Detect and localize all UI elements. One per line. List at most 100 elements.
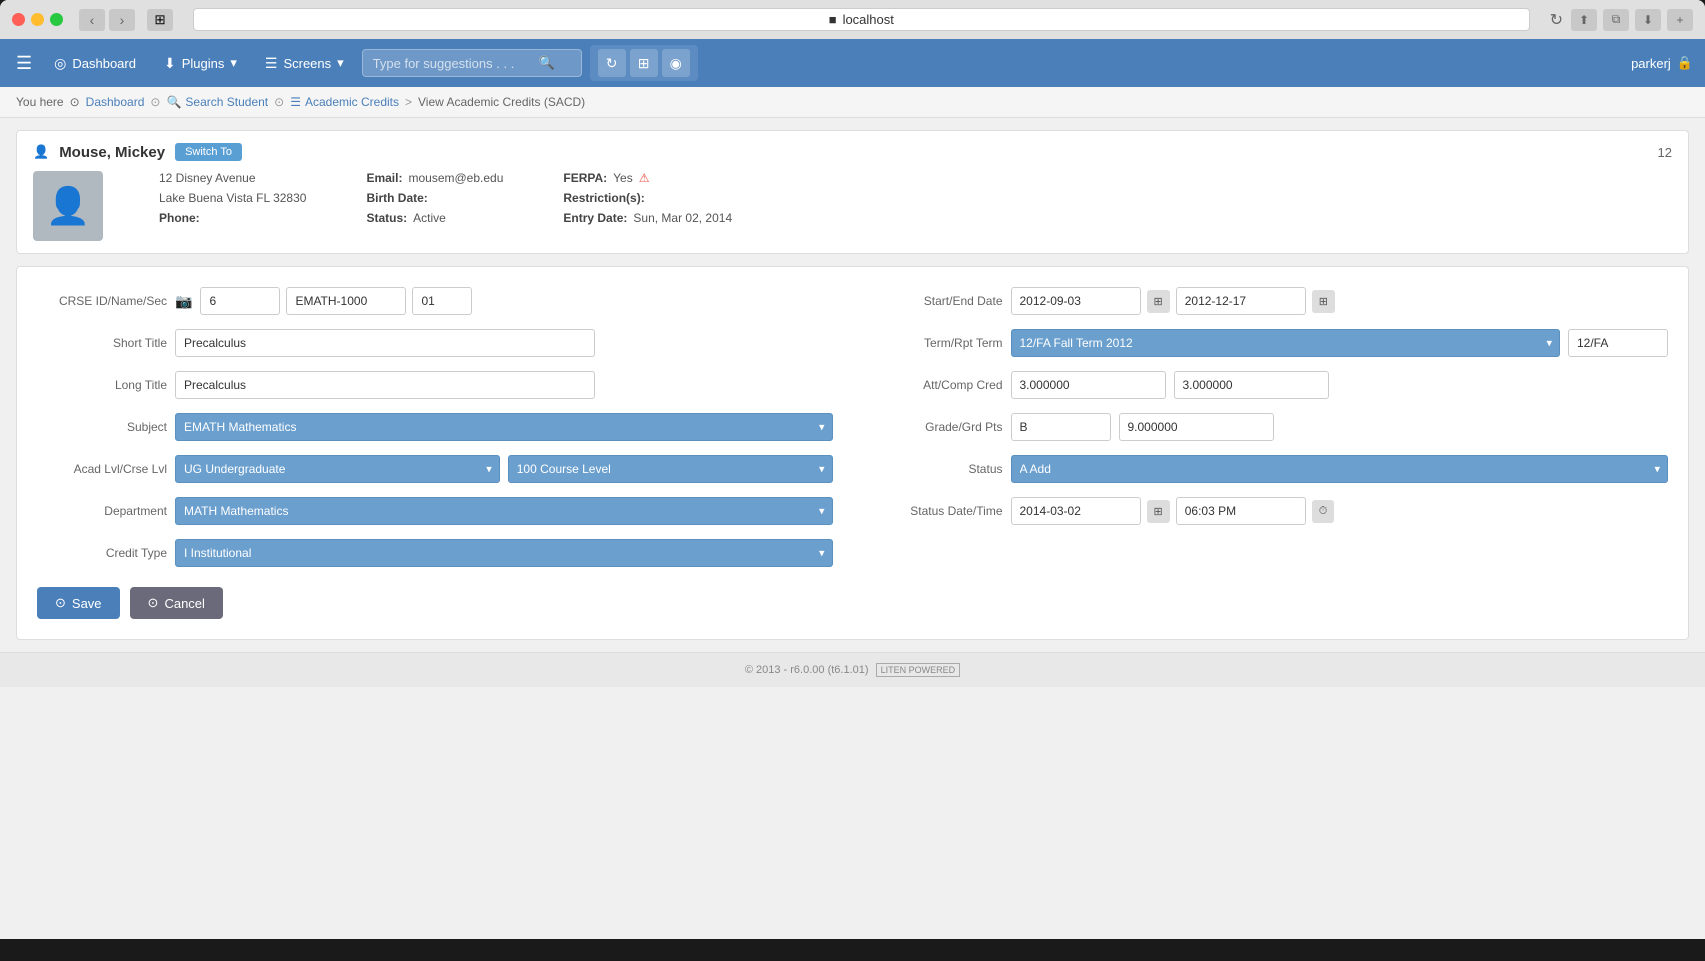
back-button[interactable]: ‹ [79,9,105,31]
credit-type-row: Credit Type I Institutional [37,539,833,567]
student-person-icon: 👤 [33,144,49,160]
term-select[interactable]: 12/FA Fall Term 2012 [1011,329,1561,357]
student-ferpa-col: FERPA: Yes ⚠ Restriction(s): Entry Date:… [563,171,732,225]
status-date-calendar-button[interactable]: ⊞ [1147,500,1170,523]
restrictions-label: Restriction(s): [563,191,644,205]
credit-type-label: Credit Type [37,546,167,560]
status-select[interactable]: A Add [1011,455,1669,483]
form-grid: CRSE ID/Name/Sec 📷 Short Title Long Titl… [37,287,1668,567]
close-button[interactable] [12,13,25,26]
status-time-input[interactable] [1176,497,1306,525]
crse-id-input[interactable] [200,287,280,315]
breadcrumb-academic-credits-link[interactable]: ☰ Academic Credits [290,95,399,109]
breadcrumb: You here ⊙ Dashboard ⊙ 🔍 Search Student … [0,87,1705,118]
form-left-column: CRSE ID/Name/Sec 📷 Short Title Long Titl… [37,287,833,567]
save-button[interactable]: ⊙ Save [37,587,120,619]
camera-icon[interactable]: 📷 [175,293,192,310]
nav-plugins-label: Plugins [182,56,225,71]
nav-screens-label: Screens [283,56,331,71]
end-date-input[interactable] [1176,287,1306,315]
comp-cred-input[interactable] [1174,371,1329,399]
academic-credits-icon: ☰ [290,95,301,109]
avatar-icon: 👤 [46,185,91,227]
search-input[interactable] [373,56,533,71]
cancel-button[interactable]: ⊙ Cancel [130,587,223,619]
ferpa-label: FERPA: [563,171,607,185]
academic-credit-form: CRSE ID/Name/Sec 📷 Short Title Long Titl… [16,266,1689,640]
crse-lvl-select-wrapper: 100 Course Level [508,455,833,483]
browser-controls [12,13,63,26]
status-date-input[interactable] [1011,497,1141,525]
download-button[interactable]: ⬇ [1635,9,1661,31]
share-button[interactable]: ⬆ [1571,9,1597,31]
crse-lvl-select[interactable]: 100 Course Level [508,455,833,483]
circle-icon-button[interactable]: ◉ [662,49,690,77]
nav-plugins[interactable]: ⬇ Plugins ▾ [154,49,247,78]
breadcrumb-separator-1: ⊙ [150,95,160,109]
subject-row: Subject EMATH Mathematics [37,413,833,441]
grid-icon-button[interactable]: ⊞ [630,49,658,77]
maximize-button[interactable] [50,13,63,26]
action-icon-group: ↻ ⊞ ◉ [590,45,698,81]
end-date-calendar-button[interactable]: ⊞ [1312,290,1335,313]
att-cred-input[interactable] [1011,371,1166,399]
email-value[interactable]: mousem@eb.edu [408,171,503,185]
credit-type-select[interactable]: I Institutional [175,539,833,567]
grade-input[interactable] [1011,413,1111,441]
subject-select[interactable]: EMATH Mathematics [175,413,833,441]
crse-sec-input[interactable] [412,287,472,315]
breadcrumb-search-student-label: Search Student [185,95,268,109]
plugins-icon: ⬇ [164,55,176,72]
nav-screens[interactable]: ☰ Screens ▾ [255,49,354,78]
restrictions-row: Restriction(s): [563,191,732,205]
status-field-row: Status A Add [873,455,1669,483]
acad-lvl-select[interactable]: UG Undergraduate [175,455,500,483]
acad-lvl-label: Acad Lvl/Crse Lvl [37,462,167,476]
minimize-button[interactable] [31,13,44,26]
switch-to-button[interactable]: Switch To [175,143,242,161]
long-title-input[interactable] [175,371,595,399]
user-menu[interactable]: parkerj 🔒 [1631,55,1693,71]
hamburger-menu-button[interactable]: ☰ [12,49,36,78]
search-icon: 🔍 [539,55,555,71]
student-info: 👤 12 Disney Avenue Lake Buena Vista FL 3… [33,171,1672,241]
entry-date-value: Sun, Mar 02, 2014 [633,211,732,225]
plugins-chevron-icon: ▾ [230,55,237,71]
department-select[interactable]: MATH Mathematics [175,497,833,525]
tab-icon: ■ [829,12,837,27]
duplicate-button[interactable]: ⧉ [1603,9,1629,31]
add-tab-button[interactable]: + [1667,9,1693,31]
address1-row: 12 Disney Avenue [159,171,306,185]
breadcrumb-dashboard-link[interactable]: Dashboard [86,95,145,109]
status-date-inputs: ⊞ ⏱ [1011,497,1335,525]
global-search-bar[interactable]: 🔍 [362,49,582,77]
crse-name-input[interactable] [286,287,406,315]
crse-row: CRSE ID/Name/Sec 📷 [37,287,833,315]
acad-lvl-select-wrapper: UG Undergraduate [175,455,500,483]
breadcrumb-search-student-link[interactable]: 🔍 Search Student [166,95,268,109]
subject-label: Subject [37,420,167,434]
forward-button[interactable]: › [109,9,135,31]
status-date-label: Status Date/Time [873,504,1003,518]
student-name: Mouse, Mickey [59,144,165,161]
nav-dashboard[interactable]: ◎ Dashboard [44,49,146,78]
status-time-clock-button[interactable]: ⏱ [1312,500,1335,523]
refresh-icon-button[interactable]: ↻ [598,49,626,77]
lock-icon: 🔒 [1677,55,1693,71]
reload-button[interactable]: ↻ [1550,10,1563,30]
short-title-input[interactable] [175,329,595,357]
student-address-col: 12 Disney Avenue Lake Buena Vista FL 328… [159,171,306,225]
start-date-calendar-button[interactable]: ⊞ [1147,290,1170,313]
long-title-row: Long Title [37,371,833,399]
term-rpt-row: Term/Rpt Term 12/FA Fall Term 2012 [873,329,1669,357]
email-label: Email: [366,171,402,185]
save-label: Save [72,596,102,611]
start-date-input[interactable] [1011,287,1141,315]
cancel-label: Cancel [164,596,204,611]
sidebar-toggle-button[interactable]: ⊞ [147,9,173,31]
rpt-term-input[interactable] [1568,329,1668,357]
grade-grd-label: Grade/Grd Pts [873,420,1003,434]
status-row: Status: Active [366,211,503,225]
grd-pts-input[interactable] [1119,413,1274,441]
nav-dashboard-label: Dashboard [72,56,136,71]
